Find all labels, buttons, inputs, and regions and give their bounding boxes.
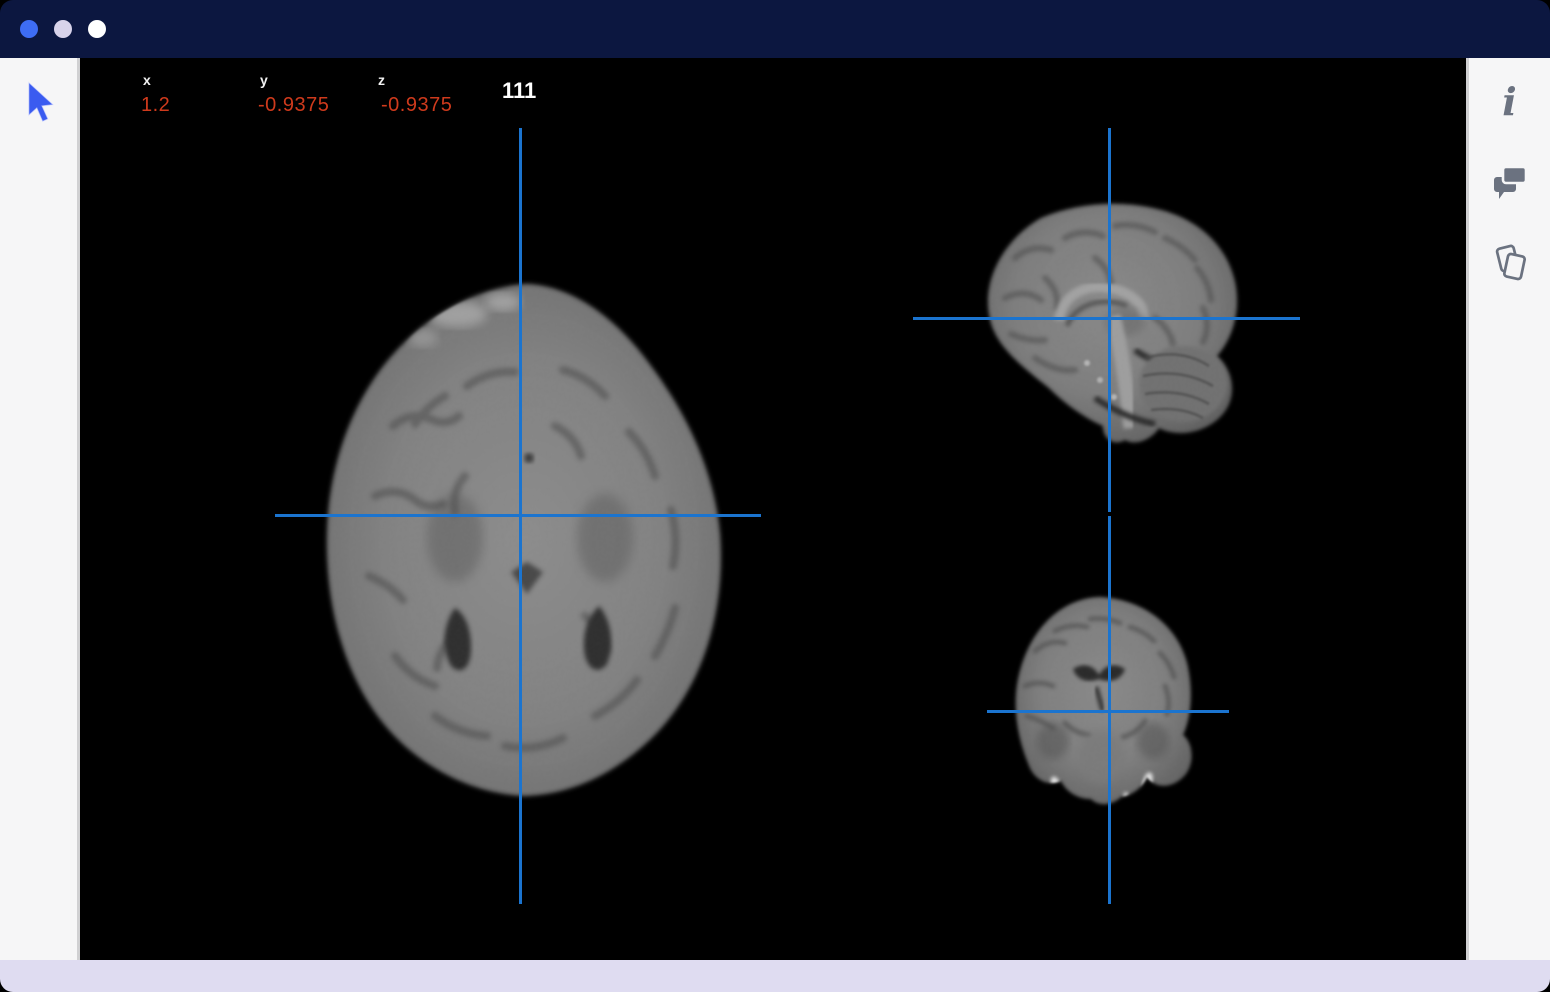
info-icon[interactable]: i xyxy=(1490,82,1530,122)
window-control-dot-lavender[interactable] xyxy=(54,20,72,38)
window-control-dot-blue[interactable] xyxy=(20,20,38,38)
coord-value-y: -0.9375 xyxy=(258,94,330,116)
pointer-cursor-icon xyxy=(28,81,55,123)
bottom-bar xyxy=(0,960,1550,992)
sagittal-view-image[interactable] xyxy=(975,198,1255,448)
app-window: x 1.2 y -0.9375 z -0.9375 111 i xyxy=(0,0,1550,992)
sagittal-crosshair-vertical[interactable] xyxy=(1108,128,1111,512)
coordinate-readout: x 1.2 y -0.9375 z -0.9375 111 xyxy=(80,58,1466,128)
window-titlebar xyxy=(0,0,1550,58)
coord-value-z: -0.9375 xyxy=(381,94,453,116)
coronal-crosshair-horizontal[interactable] xyxy=(987,710,1229,713)
coord-label-x: x xyxy=(143,72,151,88)
comments-icon[interactable] xyxy=(1490,162,1530,202)
coord-label-z: z xyxy=(378,72,385,88)
sagittal-crosshair-horizontal[interactable] xyxy=(913,317,1300,320)
coord-label-y: y xyxy=(260,72,268,88)
duplicate-pages-icon-graphic xyxy=(1495,244,1526,281)
coronal-view-image[interactable] xyxy=(995,591,1210,816)
intensity-value: 111 xyxy=(502,78,537,103)
axial-crosshair-horizontal[interactable] xyxy=(275,514,761,517)
left-toolbar xyxy=(0,58,80,960)
comments-icon-graphic xyxy=(1493,165,1527,199)
axial-view-image[interactable] xyxy=(305,276,755,804)
duplicate-pages-icon[interactable] xyxy=(1490,242,1530,282)
right-toolbar: i xyxy=(1466,58,1550,960)
viewer-canvas[interactable]: x 1.2 y -0.9375 z -0.9375 111 xyxy=(80,58,1466,960)
coord-value-x: 1.2 xyxy=(141,94,171,116)
info-glyph: i xyxy=(1502,79,1517,124)
main-area: x 1.2 y -0.9375 z -0.9375 111 i xyxy=(0,58,1550,960)
window-control-dot-white[interactable] xyxy=(88,20,106,38)
